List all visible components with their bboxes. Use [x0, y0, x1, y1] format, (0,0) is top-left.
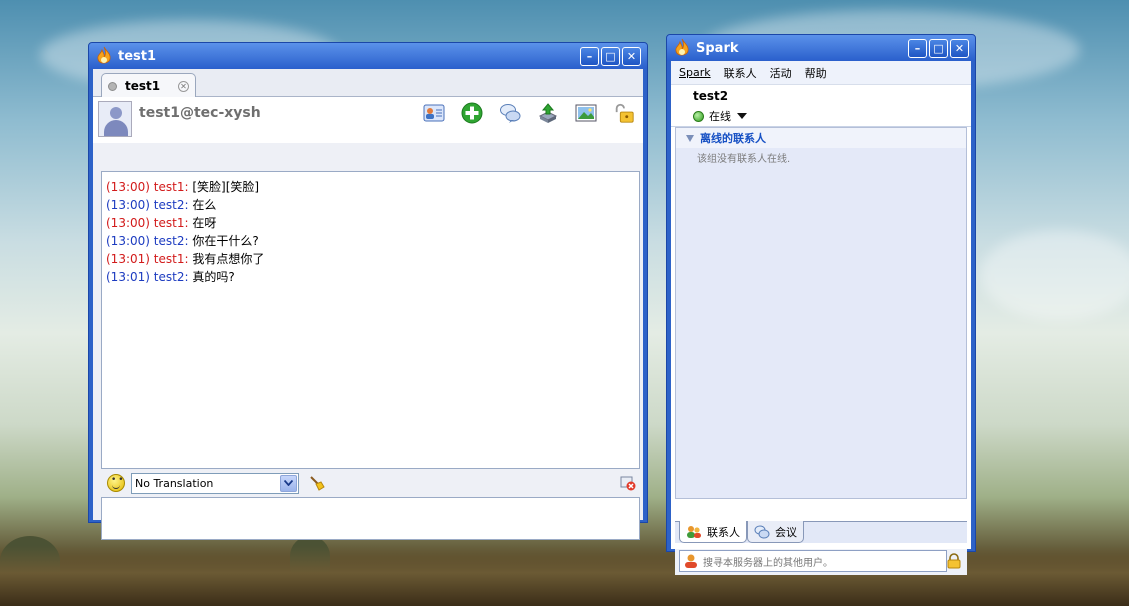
chat-window-title: test1 [118, 48, 157, 64]
spark-window-title: Spark [696, 40, 739, 56]
user-name: test2 [693, 89, 729, 103]
bottom-tabs: 联系人 会议 [675, 521, 967, 543]
menu-spark[interactable]: Spark [679, 66, 711, 79]
chat-message: (13:00) test1: [笑脸][笑脸] [106, 180, 260, 194]
tab-contacts[interactable]: 联系人 [679, 521, 747, 543]
search-placeholder: 搜寻本服务器上的其他用户。 [703, 557, 833, 569]
cloud [980, 230, 1129, 320]
add-contact-icon[interactable] [461, 102, 483, 124]
chat-header: test1@tec-xysh [93, 97, 643, 143]
chat-toolbar [423, 102, 635, 124]
chat-message: (13:01) test1: 我有点想你了 [106, 252, 265, 266]
group-empty-note: 该组没有联系人在线. [697, 154, 791, 165]
close-button[interactable]: ✕ [950, 38, 969, 58]
translation-select[interactable]: No Translation [131, 472, 299, 494]
user-search-input[interactable]: 搜寻本服务器上的其他用户。 [679, 550, 947, 572]
contact-card-icon[interactable] [423, 102, 445, 124]
close-button[interactable]: ✕ [622, 46, 641, 66]
chat-bubbles-icon[interactable] [499, 102, 521, 124]
compose-toolbar: No Translation [101, 471, 640, 495]
menu-help[interactable]: 帮助 [805, 65, 827, 81]
menu-actions[interactable]: 活动 [770, 65, 792, 81]
status-label: 在线 [709, 110, 731, 123]
spark-client-area: Spark 联系人 活动 帮助 test2 在线 离线的联系人 该组没有联系人在… [671, 61, 971, 575]
chat-message: (13:00) test1: 在呀 [106, 216, 217, 230]
menu-contacts[interactable]: 联系人 [724, 65, 757, 81]
chevron-down-icon [737, 113, 747, 119]
chat-client-area: test1 ✕ test1@tec-xysh (13:00) test1: [笑… [93, 69, 643, 540]
chat-transcript[interactable]: (13:00) test1: [笑脸][笑脸] (13:00) test2: 在… [101, 171, 640, 469]
lock-icon[interactable] [947, 553, 961, 569]
online-status-icon [693, 110, 704, 122]
chat-tab-label: test1 [125, 79, 161, 93]
user-search-icon [685, 554, 697, 568]
spark-window-titlebar[interactable]: Spark – □ ✕ [667, 35, 975, 61]
contact-list[interactable]: 离线的联系人 该组没有联系人在线. [675, 127, 967, 499]
spark-flame-icon [97, 46, 111, 64]
expand-triangle-icon [686, 134, 694, 142]
chat-message: (13:00) test2: 你在干什么? [106, 234, 259, 248]
minimize-button[interactable]: – [580, 46, 599, 66]
emoticon-icon[interactable] [107, 474, 126, 492]
chat-window-titlebar[interactable]: test1 – □ ✕ [89, 43, 647, 69]
offline-status-icon [108, 81, 117, 91]
spark-flame-icon [675, 38, 689, 56]
tab-conferences-label: 会议 [775, 525, 797, 539]
unlock-icon[interactable] [613, 102, 635, 124]
avatar [98, 101, 132, 137]
maximize-button[interactable]: □ [601, 46, 620, 66]
chat-tabbar: test1 ✕ [93, 69, 643, 98]
contact-group-offline[interactable]: 离线的联系人 [676, 128, 966, 148]
close-tab-icon[interactable]: ✕ [178, 80, 189, 92]
chevron-down-icon[interactable] [280, 474, 297, 492]
translation-select-value: No Translation [135, 476, 214, 490]
chat-message: (13:00) test2: 在么 [106, 198, 217, 212]
message-input[interactable] [101, 497, 640, 540]
chat-window[interactable]: test1 – □ ✕ test1 ✕ test1@tec-xysh (13:0… [88, 42, 648, 540]
screenshot-icon[interactable] [575, 102, 597, 124]
chat-tab[interactable]: test1 ✕ [101, 73, 196, 98]
tab-conferences[interactable]: 会议 [747, 521, 804, 543]
conference-icon [754, 525, 770, 538]
user-panel: test2 在线 [671, 85, 971, 127]
minimize-button[interactable]: – [908, 38, 927, 58]
search-row: 搜寻本服务器上的其他用户。 [675, 549, 967, 575]
broom-icon[interactable] [309, 475, 325, 491]
contact-jid: test1@tec-xysh [139, 105, 261, 121]
maximize-button[interactable]: □ [929, 38, 948, 58]
spark-window[interactable]: Spark – □ ✕ Spark 联系人 活动 帮助 test2 在线 离线的… [666, 34, 976, 575]
clear-history-icon[interactable] [620, 475, 636, 491]
menubar: Spark 联系人 活动 帮助 [671, 61, 971, 85]
status-selector[interactable]: 在线 [693, 108, 747, 124]
contacts-icon [687, 525, 701, 538]
tab-contacts-label: 联系人 [707, 525, 740, 539]
chat-message: (13:01) test2: 真的吗? [106, 270, 235, 284]
send-file-icon[interactable] [537, 102, 559, 124]
group-label: 离线的联系人 [700, 132, 766, 145]
